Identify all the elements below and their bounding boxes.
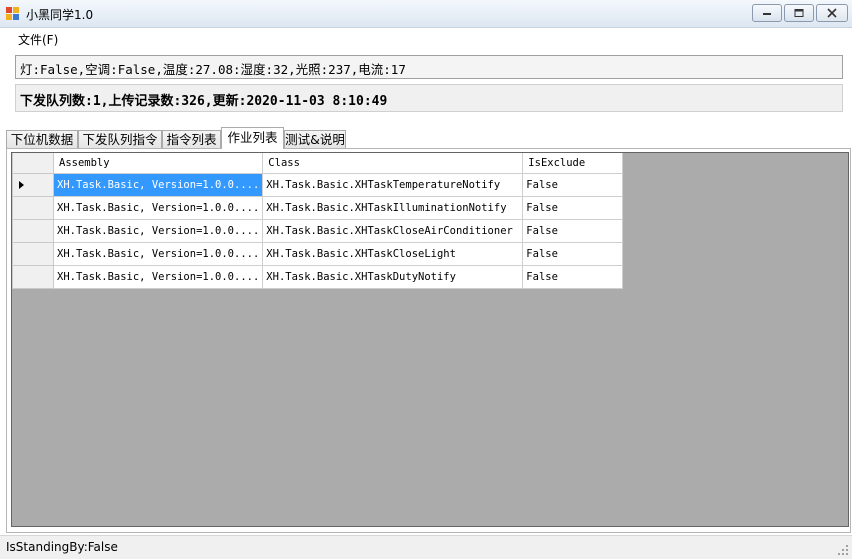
table-row[interactable]: XH.Task.Basic, Version=1.0.0.... XH.Task…: [12, 172, 624, 197]
minimize-button[interactable]: [752, 4, 782, 22]
header-row: Assembly Class IsExclude: [12, 153, 624, 174]
cell-assembly[interactable]: XH.Task.Basic, Version=1.0.0....: [52, 241, 264, 266]
current-row-arrow-icon: [19, 180, 24, 189]
menu-file[interactable]: 文件(F): [12, 31, 64, 48]
cell-isexclude[interactable]: False: [522, 218, 624, 243]
row-header[interactable]: [12, 264, 54, 289]
cell-isexclude[interactable]: False: [522, 264, 624, 289]
cell-class[interactable]: XH.Task.Basic.XHTaskTemperatureNotify: [262, 172, 524, 197]
queue-summary-text: 下发队列数:1,上传记录数:326,更新:2020-11-03 8:10:49: [15, 84, 843, 112]
maximize-icon: [794, 9, 804, 17]
cell-isexclude[interactable]: False: [522, 172, 624, 197]
app-icon: [6, 7, 20, 21]
tab-device-data[interactable]: 下位机数据: [6, 130, 78, 149]
cell-class[interactable]: XH.Task.Basic.XHTaskCloseLight: [262, 241, 524, 266]
maximize-button[interactable]: [784, 4, 814, 22]
table-row[interactable]: XH.Task.Basic, Version=1.0.0.... XH.Task…: [12, 264, 624, 289]
column-header-class[interactable]: Class: [262, 153, 524, 174]
cell-class[interactable]: XH.Task.Basic.XHTaskIlluminationNotify: [262, 195, 524, 220]
tab-test-help[interactable]: 测试&说明: [284, 130, 346, 149]
cell-class[interactable]: XH.Task.Basic.XHTaskDutyNotify: [262, 264, 524, 289]
close-button[interactable]: [816, 4, 848, 22]
cell-class[interactable]: XH.Task.Basic.XHTaskCloseAirConditioner: [262, 218, 524, 243]
cell-isexclude[interactable]: False: [522, 241, 624, 266]
table-row[interactable]: XH.Task.Basic, Version=1.0.0.... XH.Task…: [12, 241, 624, 266]
table-row[interactable]: XH.Task.Basic, Version=1.0.0.... XH.Task…: [12, 195, 624, 220]
menu-bar: 文件(F): [0, 28, 852, 50]
resize-grip-icon[interactable]: [837, 544, 849, 556]
cell-assembly[interactable]: XH.Task.Basic, Version=1.0.0....: [52, 195, 264, 220]
job-grid[interactable]: Assembly Class IsExclude XH.Task.Basic, …: [11, 152, 849, 527]
tab-job-list[interactable]: 作业列表: [221, 127, 284, 149]
cell-isexclude[interactable]: False: [522, 195, 624, 220]
table-row[interactable]: XH.Task.Basic, Version=1.0.0.... XH.Task…: [12, 218, 624, 243]
close-icon: [827, 8, 837, 18]
job-table: Assembly Class IsExclude XH.Task.Basic, …: [12, 153, 624, 289]
minimize-icon: [763, 13, 771, 15]
row-header[interactable]: [12, 195, 54, 220]
title-bar: 小黑同学1.0: [0, 0, 852, 28]
window-title: 小黑同学1.0: [26, 8, 94, 22]
row-header[interactable]: [12, 241, 54, 266]
column-header-isexclude[interactable]: IsExclude: [522, 153, 624, 174]
status-bar: IsStandingBy:False: [0, 535, 852, 559]
column-header-assembly[interactable]: Assembly: [52, 153, 264, 174]
cell-assembly[interactable]: XH.Task.Basic, Version=1.0.0....: [52, 218, 264, 243]
grid-corner[interactable]: [12, 153, 54, 174]
tab-command-list[interactable]: 指令列表: [162, 130, 221, 149]
standby-status-label: IsStandingBy:False: [6, 540, 118, 554]
tab-send-queue[interactable]: 下发队列指令: [78, 130, 162, 149]
cell-assembly[interactable]: XH.Task.Basic, Version=1.0.0....: [52, 264, 264, 289]
row-header[interactable]: [12, 172, 54, 197]
sensor-status-text: 灯:False,空调:False,温度:27.08:湿度:32,光照:237,电…: [15, 55, 843, 79]
row-header[interactable]: [12, 218, 54, 243]
cell-assembly[interactable]: XH.Task.Basic, Version=1.0.0....: [52, 172, 264, 197]
